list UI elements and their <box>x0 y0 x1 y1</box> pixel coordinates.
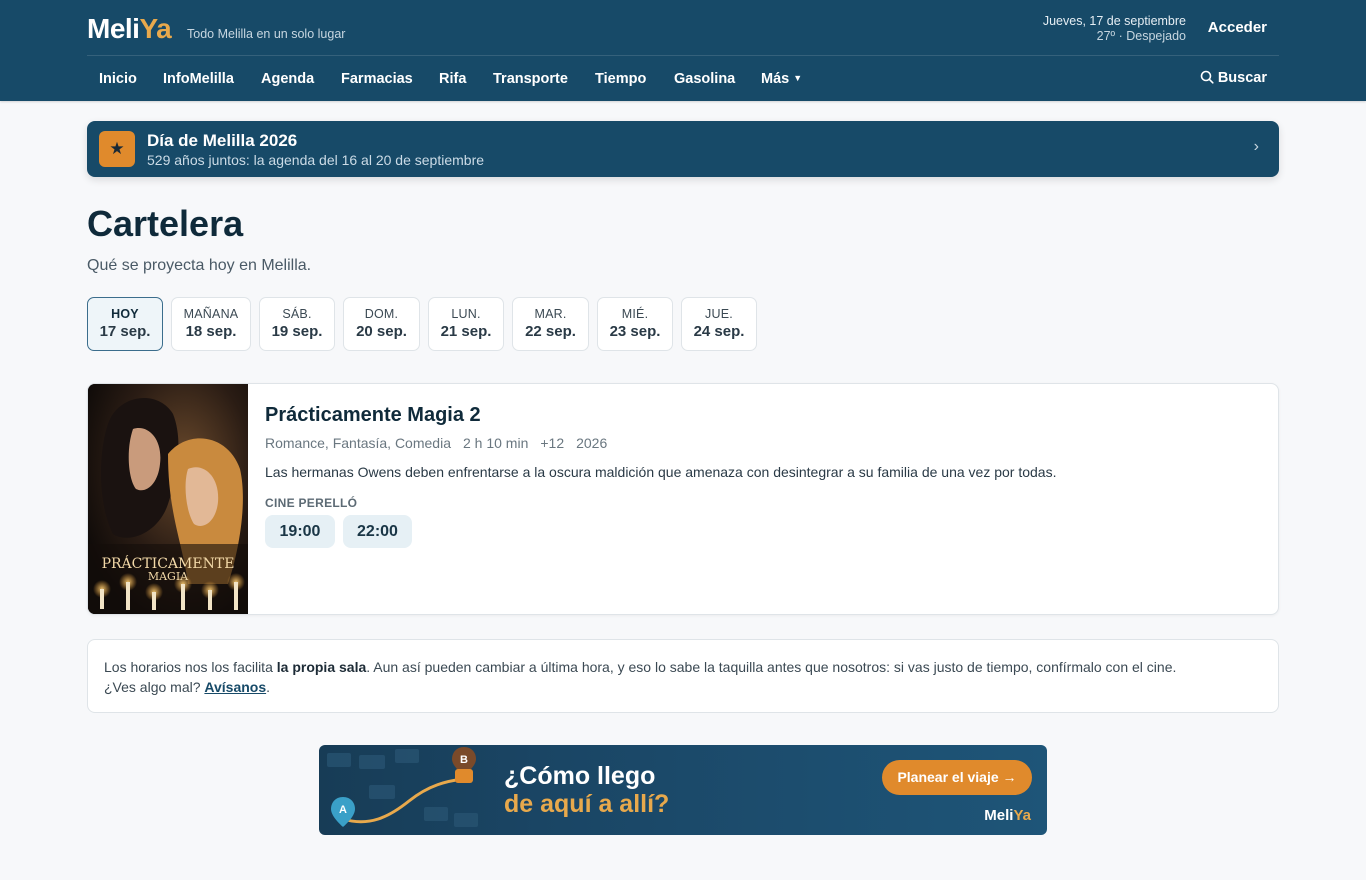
note-text: . Aun así pueden cambiar a última hora, … <box>366 659 1177 675</box>
movie-title[interactable]: Prácticamente Magia 2 <box>265 404 481 427</box>
day-tab-date: 23 sep. <box>609 323 661 340</box>
movie-year: 2026 <box>576 435 608 451</box>
top-bar: MeliYa Todo Melilla en un solo lugar Jue… <box>87 0 1279 56</box>
movie-genres: Romance, Fantasía, Comedia <box>265 435 451 451</box>
weather-readout: 27º · Despejado <box>1096 29 1186 43</box>
star-icon: ★ <box>99 131 135 167</box>
cinema-name: CINE PERELLÓ <box>265 496 358 510</box>
day-tab-dom[interactable]: DOM. 20 sep. <box>343 297 420 351</box>
day-tab-date: 19 sep. <box>271 323 323 340</box>
movie-poster[interactable]: PRÁCTICAMENTE MAGIA <box>88 384 248 614</box>
pin-a-label: A <box>339 804 347 816</box>
day-tab-sab[interactable]: SÁB. 19 sep. <box>259 297 335 351</box>
day-tab-date: 24 sep. <box>693 323 745 340</box>
movie-meta: Romance, Fantasía, Comedia 2 h 10 min +12 2… <box>265 435 619 451</box>
day-tab-label: LUN. <box>451 307 481 321</box>
day-tab-lun[interactable]: LUN. 21 sep. <box>428 297 504 351</box>
plan-trip-button[interactable]: Planear el viaje → <box>882 760 1032 795</box>
schedule-note: Los horarios nos los facilita la propia … <box>87 639 1279 713</box>
day-tab-date: 18 sep. <box>185 323 237 340</box>
pin-b-label: B <box>460 754 468 766</box>
nav-item-tiempo[interactable]: Tiempo <box>595 71 646 87</box>
event-banner[interactable]: ★ Día de Melilla 2026 529 años juntos: l… <box>87 121 1279 177</box>
day-tab-date: 20 sep. <box>356 323 407 340</box>
day-tab-label: SÁB. <box>282 307 312 321</box>
nav-item-inicio[interactable]: Inicio <box>99 71 137 87</box>
poster-image: PRÁCTICAMENTE MAGIA <box>88 384 248 614</box>
route-map-icon: A B <box>327 747 478 827</box>
showtime-button[interactable]: 19:00 <box>265 515 335 548</box>
date-weather: Jueves, 17 de septiembre 27º · Despejado <box>1043 14 1186 44</box>
day-tab-mar[interactable]: MAR. 22 sep. <box>512 297 589 351</box>
chevron-right-icon: › <box>1253 138 1259 155</box>
chevron-down-icon: ▼ <box>793 73 803 83</box>
movie-rating: +12 <box>540 435 565 451</box>
report-link[interactable]: Avísanos <box>204 679 266 695</box>
search-button[interactable]: Buscar <box>1200 70 1267 86</box>
ad-logo: MeliYa <box>984 807 1031 824</box>
login-link[interactable]: Acceder <box>1208 19 1267 36</box>
search-label: Buscar <box>1217 70 1267 86</box>
day-tab-label: MIÉ. <box>621 307 649 321</box>
ad-title: ¿Cómo llego <box>504 762 656 790</box>
nav-item-more[interactable]: Más ▼ <box>761 71 802 87</box>
nav-item-rifa[interactable]: Rifa <box>439 71 466 87</box>
nav-item-infomelilla[interactable]: InfoMelilla <box>163 71 234 87</box>
day-tab-label: MAÑANA <box>183 307 239 321</box>
movie-card: PRÁCTICAMENTE MAGIA Prácticamente Magia … <box>87 383 1279 615</box>
site-logo[interactable]: MeliYa <box>87 13 172 45</box>
day-tab-label: DOM. <box>364 307 399 321</box>
trip-planner-ad[interactable]: A B ¿Cómo llego de aquí a allí? Planear … <box>319 745 1047 835</box>
day-tab-mie[interactable]: MIÉ. 23 sep. <box>597 297 673 351</box>
day-tab-hoy[interactable]: HOY 17 sep. <box>87 297 163 351</box>
nav-item-gasolina[interactable]: Gasolina <box>674 71 735 87</box>
note-text: . <box>266 679 271 695</box>
nav-item-agenda[interactable]: Agenda <box>261 71 314 87</box>
nav-item-transporte[interactable]: Transporte <box>493 71 568 87</box>
tagline: Todo Melilla en un solo lugar <box>187 27 346 41</box>
day-tab-manana[interactable]: MAÑANA 18 sep. <box>171 297 251 351</box>
day-tab-label: HOY <box>111 307 139 321</box>
main-nav: Inicio InfoMelilla Agenda Farmacias Rifa… <box>87 56 1279 101</box>
banner-subtitle: 529 años juntos: la agenda del 16 al 20 … <box>147 152 485 168</box>
day-tab-date: 22 sep. <box>525 323 576 340</box>
day-tab-label: JUE. <box>705 307 733 321</box>
current-date: Jueves, 17 de septiembre <box>1042 14 1186 28</box>
note-bold: la propia sala <box>276 659 367 675</box>
ad-logo-meli: Meli <box>984 807 1014 824</box>
ad-subtitle: de aquí a allí? <box>504 790 670 818</box>
movie-duration: 2 h 10 min <box>462 435 529 451</box>
page-title: Cartelera <box>87 203 244 244</box>
ad-logo-ya: Ya <box>1013 807 1031 824</box>
showtime-button[interactable]: 22:00 <box>343 515 412 548</box>
note-text: ¿Ves algo mal? <box>104 679 205 695</box>
poster-title-line2: MAGIA <box>148 570 189 583</box>
logo-text-ya: Ya <box>139 13 172 44</box>
day-tab-jue[interactable]: JUE. 24 sep. <box>681 297 757 351</box>
day-tab-date: 21 sep. <box>440 323 492 340</box>
day-tab-label: MAR. <box>534 307 567 321</box>
search-icon <box>1200 70 1214 84</box>
more-label: Más <box>761 71 790 87</box>
logo-text-meli: Meli <box>87 13 140 44</box>
note-text: Los horarios nos los facilita <box>104 659 277 675</box>
page-subtitle: Qué se proyecta hoy en Melilla. <box>87 257 312 274</box>
site-header: MeliYa Todo Melilla en un solo lugar Jue… <box>0 0 1366 101</box>
nav-item-farmacias[interactable]: Farmacias <box>341 71 413 87</box>
day-tab-date: 17 sep. <box>99 323 151 340</box>
banner-title: Día de Melilla 2026 <box>147 131 298 150</box>
movie-synopsis: Las hermanas Owens deben enfrentarse a l… <box>265 464 1057 480</box>
